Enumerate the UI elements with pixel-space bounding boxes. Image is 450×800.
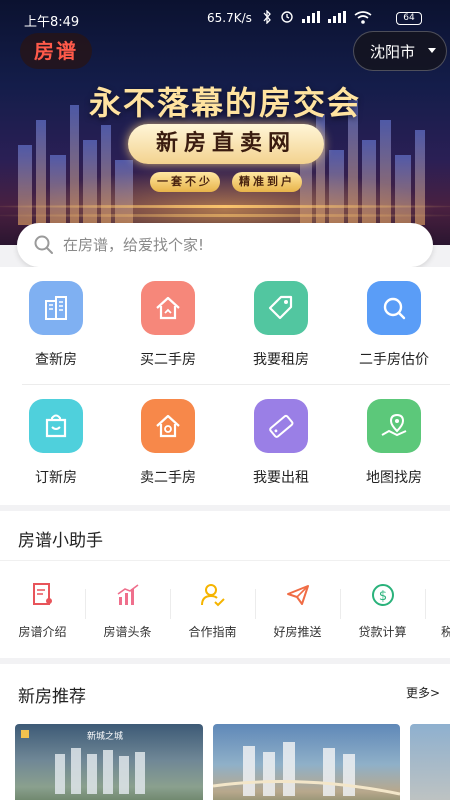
- recommend-card[interactable]: [410, 724, 450, 800]
- dollar-circle-icon: $: [340, 581, 425, 609]
- card-badge: 新城之城: [87, 732, 124, 742]
- quick-item-label: 我要出租: [253, 470, 309, 486]
- document-person-icon: [0, 581, 85, 609]
- banner-tag: 一套不少: [150, 172, 220, 192]
- helper-section: 房谱小助手 房谱介绍 房谱头条 合作指南 好房推送 $ 贷款计算 税: [0, 511, 450, 658]
- quick-item-label: 卖二手房: [140, 470, 196, 486]
- building-icon: [29, 281, 83, 335]
- person-check-icon: [170, 581, 255, 609]
- helper-item-intro[interactable]: 房谱介绍: [0, 581, 85, 641]
- bar-chart-icon: [85, 581, 170, 609]
- quick-item-label: 地图找房: [366, 470, 422, 486]
- rent-tag-icon: [254, 399, 308, 453]
- quick-item-label: 订新房: [35, 470, 77, 486]
- paper-plane-icon: [255, 581, 340, 609]
- quick-item-label: 查新房: [35, 352, 77, 368]
- chevron-down-icon: [428, 48, 436, 53]
- app-logo: 房谱: [20, 33, 92, 69]
- magnifier-icon: [367, 281, 421, 335]
- quick-item-rent[interactable]: 我要租房: [225, 267, 337, 377]
- quick-item-map-search[interactable]: 地图找房: [338, 385, 450, 495]
- helper-item-loan-calc[interactable]: $ 贷款计算: [340, 581, 425, 641]
- section-title: 房谱小助手: [18, 531, 103, 551]
- battery-indicator: 64: [396, 12, 422, 25]
- tax-icon: [441, 581, 450, 609]
- helper-item-headlines[interactable]: 房谱头条: [85, 581, 170, 641]
- divider: [0, 560, 450, 561]
- helper-item-cooperation[interactable]: 合作指南: [170, 581, 255, 641]
- helper-item-push[interactable]: 好房推送: [255, 581, 340, 641]
- wifi-icon: [354, 10, 372, 24]
- helper-item-label: 税: [441, 625, 450, 639]
- city-label: 沈阳市: [370, 42, 416, 61]
- helper-item-label: 合作指南: [188, 625, 237, 639]
- house-sale-icon: [141, 399, 195, 453]
- section-title: 新房推荐: [18, 687, 86, 707]
- banner-headline: 永不落幕的房交会: [88, 84, 361, 122]
- quick-item-label: 我要租房: [253, 352, 309, 368]
- alarm-icon: [281, 11, 293, 23]
- quick-item-new-house[interactable]: 查新房: [0, 267, 112, 377]
- helper-item-label: 贷款计算: [358, 625, 407, 639]
- light-streak: [0, 214, 450, 217]
- quick-item-sell-secondhand[interactable]: 卖二手房: [112, 385, 224, 495]
- helper-item-label: 房谱头条: [103, 625, 152, 639]
- status-time: 上午8:49: [24, 15, 80, 30]
- signal-icon: [328, 11, 346, 23]
- light-streak: [0, 205, 450, 208]
- quick-item-lease-out[interactable]: 我要出租: [225, 385, 337, 495]
- city-selector[interactable]: 沈阳市: [353, 31, 447, 71]
- recommend-card[interactable]: 新城之城: [15, 724, 203, 800]
- banner-tag: 精准到户: [232, 172, 302, 192]
- quick-item-valuation[interactable]: 二手房估价: [338, 267, 450, 377]
- search-input[interactable]: [63, 223, 413, 267]
- bluetooth-icon: [263, 10, 271, 24]
- recommend-section: 新房推荐 更多> 新城之城: [0, 664, 450, 800]
- helper-item-label: 好房推送: [273, 625, 322, 639]
- helper-item-label: 房谱介绍: [18, 625, 67, 639]
- house-icon: [141, 281, 195, 335]
- network-speed: 65.7K/s: [207, 11, 252, 25]
- quick-item-label: 二手房估价: [359, 352, 429, 368]
- property-photo: [213, 742, 400, 796]
- search-bar[interactable]: [17, 223, 433, 267]
- search-icon: [34, 235, 53, 254]
- svg-text:$: $: [378, 589, 386, 604]
- recommend-card[interactable]: [213, 724, 400, 800]
- quick-item-buy-secondhand[interactable]: 买二手房: [112, 267, 224, 377]
- quick-item-label: 买二手房: [140, 352, 196, 368]
- banner-pill: 新房直卖网: [128, 124, 324, 164]
- helper-item-tax[interactable]: 税: [425, 581, 450, 641]
- quick-item-order-new[interactable]: 订新房: [0, 385, 112, 495]
- tag-icon: [254, 281, 308, 335]
- map-pin-icon: [367, 399, 421, 453]
- signal-icon: [302, 11, 320, 23]
- shopping-bag-icon: [29, 399, 83, 453]
- more-link[interactable]: 更多>: [406, 684, 440, 701]
